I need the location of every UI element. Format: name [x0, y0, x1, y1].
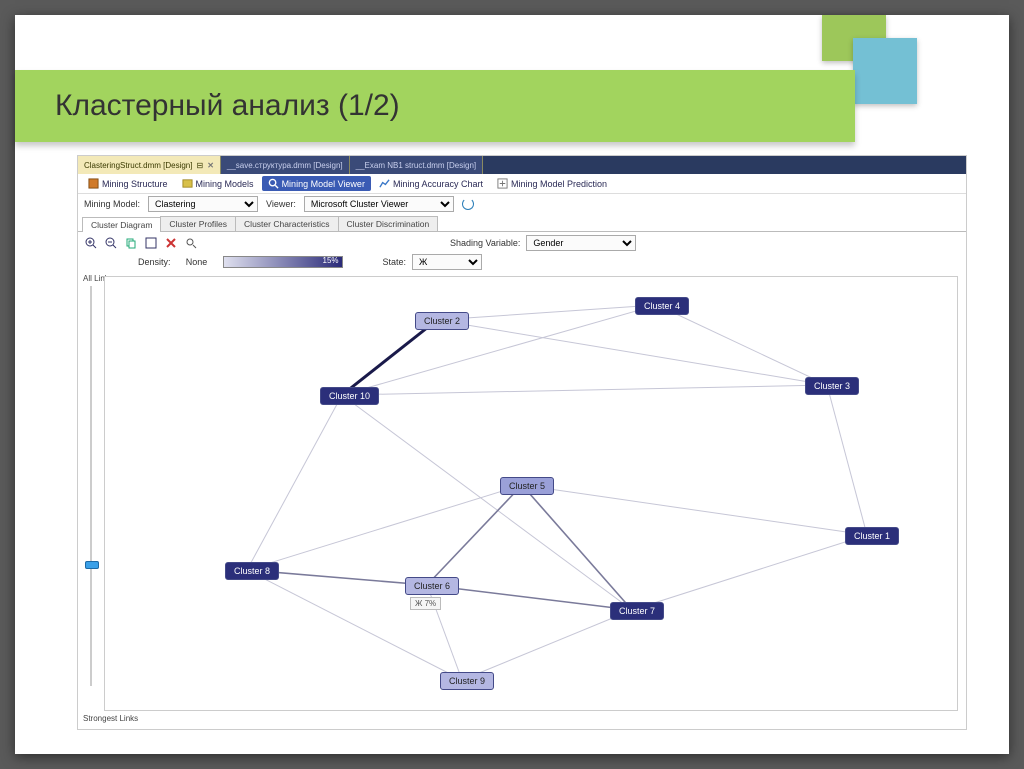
- cluster-node[interactable]: Cluster 2: [415, 312, 469, 330]
- refresh-icon[interactable]: [462, 198, 474, 210]
- doc-tab-active[interactable]: ClasteringStruct.dmm [Design] ⊟ ✕: [78, 156, 221, 174]
- cluster-node[interactable]: Cluster 10: [320, 387, 379, 405]
- node-tooltip: Ж 7%: [410, 597, 441, 610]
- tab-model-prediction[interactable]: Mining Model Prediction: [491, 176, 613, 191]
- slide-title: Кластерный анализ (1/2): [15, 70, 855, 142]
- subtab-cluster-profiles[interactable]: Cluster Profiles: [160, 216, 236, 231]
- shading-variable-select[interactable]: Gender: [526, 235, 636, 251]
- layout-icon[interactable]: [164, 236, 178, 250]
- viewer-icon: [268, 178, 279, 189]
- tab-mining-models[interactable]: Mining Models: [176, 176, 260, 191]
- chart-icon: [379, 178, 390, 189]
- tab-mining-model-viewer[interactable]: Mining Model Viewer: [262, 176, 371, 191]
- cluster-node[interactable]: Cluster 5: [500, 477, 554, 495]
- app-window: ClasteringStruct.dmm [Design] ⊟ ✕ __save…: [77, 155, 967, 730]
- zoom-in-icon[interactable]: [84, 236, 98, 250]
- state-label: State:: [383, 257, 407, 267]
- cluster-subtabs: Cluster Diagram Cluster Profiles Cluster…: [78, 214, 966, 232]
- cluster-node[interactable]: Cluster 3: [805, 377, 859, 395]
- prediction-icon: [497, 178, 508, 189]
- zoom-out-icon[interactable]: [104, 236, 118, 250]
- slider-thumb[interactable]: [85, 561, 99, 569]
- tab-label: Mining Model Prediction: [511, 179, 607, 189]
- tab-label: Mining Models: [196, 179, 254, 189]
- tab-label: Mining Model Viewer: [282, 179, 365, 189]
- doc-tab-label: ClasteringStruct.dmm [Design]: [84, 161, 192, 170]
- tab-label: Mining Accuracy Chart: [393, 179, 483, 189]
- cluster-diagram-canvas[interactable]: Ж 7% Cluster 1 Cluster 2 Cluster 3 Cluster …: [104, 276, 958, 711]
- mining-tabs: Mining Structure Mining Models Mining Mo…: [78, 174, 966, 194]
- pin-icon[interactable]: ⊟: [196, 161, 203, 170]
- subtab-cluster-diagram[interactable]: Cluster Diagram: [82, 217, 161, 232]
- copy-icon[interactable]: [124, 236, 138, 250]
- strongest-links-label: Strongest Links: [83, 714, 138, 723]
- models-icon: [182, 178, 193, 189]
- density-pct: 15%: [323, 256, 339, 265]
- viewer-select[interactable]: Microsoft Cluster Viewer: [304, 196, 454, 212]
- cluster-node[interactable]: Cluster 8: [225, 562, 279, 580]
- density-legend: 15%: [223, 256, 343, 268]
- cluster-node[interactable]: Cluster 1: [845, 527, 899, 545]
- document-tabstrip: ClasteringStruct.dmm [Design] ⊟ ✕ __save…: [78, 156, 966, 174]
- doc-tab-label: __save.структура.dmm [Design]: [227, 161, 343, 170]
- viewer-label: Viewer:: [266, 199, 296, 209]
- state-select[interactable]: Ж: [412, 254, 482, 270]
- subtab-cluster-discrimination[interactable]: Cluster Discrimination: [338, 216, 439, 231]
- structure-icon: [88, 178, 99, 189]
- density-none-label: None: [177, 257, 217, 267]
- mining-model-select[interactable]: Clastering: [148, 196, 258, 212]
- close-icon[interactable]: ✕: [207, 161, 214, 170]
- doc-tab[interactable]: __Exam NB1 struct.dmm [Design]: [350, 156, 483, 174]
- slide: Кластерный анализ (1/2) ClasteringStruct…: [15, 15, 1009, 754]
- subtab-cluster-characteristics[interactable]: Cluster Characteristics: [235, 216, 339, 231]
- cluster-node[interactable]: Cluster 4: [635, 297, 689, 315]
- density-state-row: Density: None 15% State: Ж: [78, 254, 966, 274]
- fit-icon[interactable]: [144, 236, 158, 250]
- doc-tab[interactable]: __save.структура.dmm [Design]: [221, 156, 350, 174]
- find-icon[interactable]: [184, 236, 198, 250]
- mining-model-label: Mining Model:: [84, 199, 140, 209]
- doc-tab-label: __Exam NB1 struct.dmm [Design]: [356, 161, 476, 170]
- shading-variable-label: Shading Variable:: [450, 238, 520, 248]
- diagram-toolbar: Shading Variable: Gender: [78, 232, 966, 254]
- cluster-node[interactable]: Cluster 9: [440, 672, 494, 690]
- density-label: Density:: [138, 257, 171, 267]
- tab-label: Mining Structure: [102, 179, 168, 189]
- cluster-node[interactable]: Cluster 6: [405, 577, 459, 595]
- tab-mining-structure[interactable]: Mining Structure: [82, 176, 174, 191]
- cluster-node[interactable]: Cluster 7: [610, 602, 664, 620]
- decor-cyan-square: [853, 38, 917, 104]
- tab-accuracy-chart[interactable]: Mining Accuracy Chart: [373, 176, 489, 191]
- link-strength-slider[interactable]: [84, 286, 98, 686]
- model-selector-row: Mining Model: Clastering Viewer: Microso…: [78, 194, 966, 214]
